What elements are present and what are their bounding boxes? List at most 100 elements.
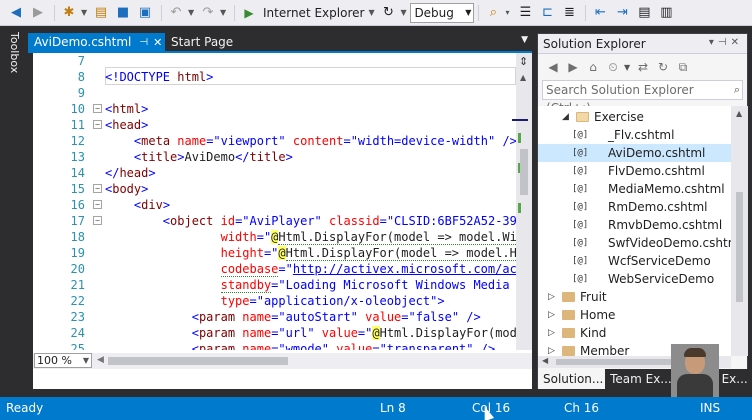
code-line[interactable]: 15− <body> xyxy=(33,181,516,197)
tab-team-explorer[interactable]: Team Ex... xyxy=(605,369,673,389)
code-line[interactable]: 13 <title>AviDemo</title> xyxy=(33,149,516,165)
code-line[interactable]: 22 type="application/x-oleobject"> xyxy=(33,293,516,309)
run-target-label[interactable]: Internet Explorer xyxy=(263,6,364,20)
solution-configuration-select[interactable]: Debug ▼ xyxy=(410,2,475,23)
code-line[interactable]: 16− <div> xyxy=(33,197,516,213)
format-icon[interactable]: ≣ xyxy=(559,3,579,23)
scroll-left-icon[interactable]: ◀ xyxy=(97,355,104,365)
tree-item[interactable]: [@] FlvDemo.cshtml xyxy=(538,162,731,180)
code-line[interactable]: 14 </head> xyxy=(33,165,516,181)
toolbox-tab[interactable]: Toolbox xyxy=(8,32,21,73)
solution-tree[interactable]: ◢ Exercise [@] _Flv.cshtml [@] AviDemo.cshtml… xyxy=(538,106,731,356)
tree-vertical-scrollbar[interactable]: ▲ xyxy=(731,106,748,356)
save-all-icon[interactable]: ▣ xyxy=(135,3,155,23)
collapse-outline-icon[interactable]: − xyxy=(93,200,102,209)
run-target-dropdown-icon[interactable]: ▼ xyxy=(368,8,376,17)
toggle-comment-icon[interactable]: ☰ xyxy=(515,3,535,23)
code-line[interactable]: 23 <param name="autoStart" value="false"… xyxy=(33,309,516,325)
panel-window-buttons[interactable]: ▾⊣✕ xyxy=(709,37,743,48)
undo-icon[interactable]: ↶ xyxy=(166,3,186,23)
comment-lines-icon[interactable]: ▤ xyxy=(634,3,654,23)
tree-item[interactable]: [@] RmDemo.cshtml xyxy=(538,198,731,216)
code-area[interactable]: 7 8 <!DOCTYPE html> 9 10− <html> 11− <head> 12 <… xyxy=(33,53,516,350)
collapse-outline-icon[interactable]: − xyxy=(93,216,102,225)
tab-solution-explorer[interactable]: Solution... xyxy=(538,369,606,389)
code-line[interactable]: 17− <object id="AviPlayer" classid="CLSI… xyxy=(33,213,516,229)
code-line[interactable]: 11− <head> xyxy=(33,117,516,133)
decrease-indent-icon[interactable]: ⇤ xyxy=(590,3,610,23)
navigate-forward-icon[interactable]: ▶ xyxy=(28,3,48,23)
redo-icon[interactable]: ↷ xyxy=(198,3,218,23)
navigate-back-icon[interactable]: ◀ xyxy=(6,3,26,23)
code-line[interactable]: 19 height="@Html.DisplayFor(model => mod… xyxy=(33,245,516,261)
code-line[interactable]: 18 width="@Html.DisplayFor(model => mode… xyxy=(33,229,516,245)
find-dropdown-icon[interactable]: ▾ xyxy=(505,8,513,17)
code-line[interactable]: 10− <html> xyxy=(33,101,516,117)
zoom-select[interactable]: 100 % ▼ xyxy=(34,353,92,368)
tree-item[interactable]: [@] RmvbDemo.cshtml xyxy=(538,216,731,234)
tree-item[interactable]: [@] WcfServiceDemo xyxy=(538,252,731,270)
tree-item[interactable]: ▷ Kind xyxy=(538,324,731,342)
pending-dropdown-icon[interactable]: ▼ xyxy=(624,63,632,72)
start-debugging-icon[interactable]: ▶ xyxy=(239,3,259,23)
new-project-icon[interactable]: ✱ xyxy=(59,3,79,23)
search-icon[interactable]: ⌕ xyxy=(734,81,740,99)
tree-item[interactable]: ◢ Exercise xyxy=(538,108,731,126)
home-icon[interactable]: ⌂ xyxy=(584,57,602,77)
refresh-icon[interactable]: ↻ xyxy=(654,57,672,77)
open-file-icon[interactable]: ▤ xyxy=(91,3,111,23)
expand-arrow-icon[interactable]: ▷ xyxy=(548,306,555,324)
tree-item[interactable]: [@] WebServiceDemo xyxy=(538,270,731,288)
tab-avidemo[interactable]: AviDemo.cshtml ⊣ ✕ xyxy=(28,33,165,51)
pin-icon[interactable]: ⊣ xyxy=(139,37,148,48)
close-icon[interactable]: ✕ xyxy=(153,36,162,49)
back-icon[interactable]: ◀ xyxy=(544,57,562,77)
code-editor[interactable]: 7 8 <!DOCTYPE html> 9 10− <html> 11− <head> 12 <… xyxy=(33,53,532,389)
new-project-dropdown-icon[interactable]: ▼ xyxy=(81,8,89,17)
scroll-up-icon[interactable]: ▲ xyxy=(520,73,526,82)
tabs-overflow-icon[interactable]: ▼ xyxy=(521,35,528,45)
sync-icon[interactable]: ⇄ xyxy=(634,57,652,77)
tree-item[interactable]: [@] _Flv.cshtml xyxy=(538,126,731,144)
solution-search-input[interactable]: Search Solution Explorer (Ctrl+;) ⌕ xyxy=(542,80,743,115)
code-line[interactable]: 12 <meta name="viewport" content="width=… xyxy=(33,133,516,149)
code-line[interactable]: 25 <param name="wmode" value="transparen… xyxy=(33,341,516,350)
forward-icon[interactable]: ▶ xyxy=(564,57,582,77)
code-line[interactable]: 20 codebase="http://activex.microsoft.co… xyxy=(33,261,516,277)
scroll-up-icon[interactable]: ▲ xyxy=(736,109,742,118)
uncomment-lines-icon[interactable]: ▥ xyxy=(656,3,676,23)
bookmark-icon[interactable]: ⊏ xyxy=(537,3,557,23)
tab-start-page[interactable]: Start Page xyxy=(165,33,239,51)
code-line[interactable]: 7 xyxy=(33,53,516,69)
expand-arrow-icon[interactable]: ▷ xyxy=(548,342,555,356)
collapse-outline-icon[interactable]: − xyxy=(93,184,102,193)
collapse-outline-icon[interactable]: − xyxy=(93,120,102,129)
scroll-left-icon[interactable]: ◀ xyxy=(542,356,548,365)
code-line[interactable]: 8 <!DOCTYPE html> xyxy=(33,69,516,85)
find-in-files-icon[interactable]: ⌕ xyxy=(483,3,503,23)
increase-indent-icon[interactable]: ⇥ xyxy=(612,3,632,23)
collapse-outline-icon[interactable]: − xyxy=(93,104,102,113)
horizontal-scroll-thumb[interactable] xyxy=(108,357,288,365)
code-line[interactable]: 21 standby="Loading Microsoft Windows Me… xyxy=(33,277,516,293)
undo-dropdown-icon[interactable]: ▼ xyxy=(188,8,196,17)
tree-item[interactable]: ▷ Home xyxy=(538,306,731,324)
editor-vertical-scrollbar[interactable]: ⇕ ▲ xyxy=(512,53,532,350)
refresh-icon[interactable]: ↻ xyxy=(378,3,398,23)
collapse-arrow-icon[interactable]: ◢ xyxy=(562,108,569,126)
tree-item[interactable]: [@] AviDemo.cshtml xyxy=(538,144,731,162)
refresh-dropdown-icon[interactable]: ▼ xyxy=(400,8,408,17)
expand-arrow-icon[interactable]: ▷ xyxy=(548,324,555,342)
pending-changes-icon[interactable]: ⏲ xyxy=(604,57,622,77)
split-window-icon[interactable]: ⇕ xyxy=(519,55,528,68)
tree-item[interactable]: [@] SwfVideoDemo.cshtml xyxy=(538,234,731,252)
tree-item[interactable]: [@] MediaMemo.cshtml xyxy=(538,180,731,198)
save-icon[interactable]: ■ xyxy=(113,3,133,23)
code-line[interactable]: 24 <param name="url" value="@Html.Displa… xyxy=(33,325,516,341)
tree-item[interactable]: ▷ Fruit xyxy=(538,288,731,306)
code-line[interactable]: 9 xyxy=(33,85,516,101)
scroll-thumb[interactable] xyxy=(736,192,743,302)
redo-dropdown-icon[interactable]: ▼ xyxy=(220,8,228,17)
collapse-all-icon[interactable]: ⧉ xyxy=(674,57,692,77)
expand-arrow-icon[interactable]: ▷ xyxy=(548,288,555,306)
